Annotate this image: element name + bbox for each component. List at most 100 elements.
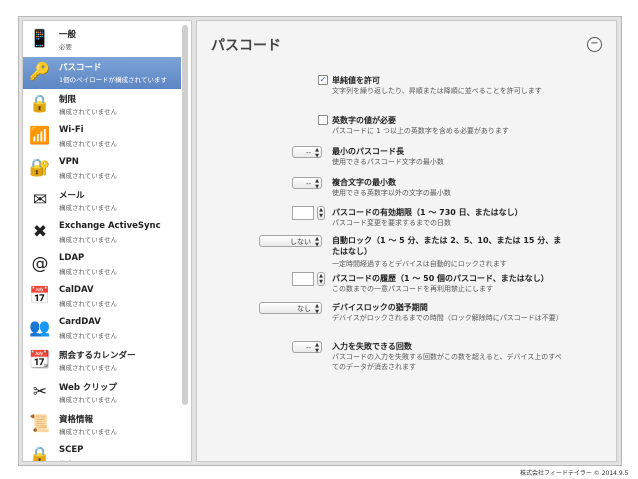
sidebar-item-subtitle: 構成されていません: [59, 204, 118, 212]
popup-value: しない: [290, 238, 311, 246]
sidebar-item-title: SCEP: [59, 445, 84, 455]
collapse-button[interactable]: −: [587, 37, 602, 52]
setting-checkbox[interactable]: [318, 115, 328, 125]
setting-description: 一定時間経過するとデバイスは自動的にロックされます: [332, 260, 507, 268]
sidebar-item-subtitle: 構成されていません: [59, 172, 118, 180]
sidebar-item-subtitle: 構成されていません: [59, 236, 118, 244]
popup-value: --: [305, 149, 311, 157]
lock-icon: 🔒: [29, 94, 51, 114]
webclip-icon: ✂: [32, 382, 48, 402]
setting-checkbox[interactable]: ✓: [318, 75, 328, 85]
page-title: パスコード: [211, 38, 281, 54]
sidebar-item-title: 一般: [59, 30, 77, 40]
sidebar-scrollbar[interactable]: [182, 25, 188, 405]
sidebar-item-10[interactable]: 👥 CardDAV 構成されていません: [23, 313, 181, 345]
sidebar-item-subtitle: 構成されていません: [59, 332, 118, 340]
sidebar-item-6[interactable]: ✉ メール構成されていません: [23, 185, 181, 217]
setting-number-field[interactable]: [292, 272, 314, 286]
setting-title: 単純値を許可: [332, 76, 380, 85]
sidebar-item-5[interactable]: 🔐 VPN 構成されていません: [23, 153, 181, 185]
popup-arrows-icon: ▲ ▼: [315, 236, 319, 248]
setting-title: 自動ロック（1 〜 5 分、または 2、5、10、または 15 分、またはなし）: [332, 236, 562, 256]
profile-manager-window: 📱 一般必要 🔑 パスコード 1個のペイロードが構成されています 🔒 制限構成されていません…: [18, 16, 622, 466]
sidebar-item-subtitle: 構成されていません: [59, 300, 118, 308]
mail-icon: ✉: [32, 190, 48, 210]
sidebar-item-4[interactable]: 📶 Wi-Fi 構成されていません: [23, 121, 181, 153]
setting-popup[interactable]: しない ▲ ▼: [259, 235, 322, 248]
popup-arrows-icon: ▲ ▼: [315, 178, 319, 190]
popup-arrows-icon: ▲ ▼: [315, 342, 319, 354]
sidebar-item-title: Wi-Fi: [59, 125, 84, 135]
popup-arrows-icon: ▲ ▼: [315, 147, 319, 159]
sidebar-item-title: VPN: [59, 157, 79, 167]
sidebar-item-title: Exchange ActiveSync: [59, 221, 161, 231]
setting-popup[interactable]: なし ▲ ▼: [259, 302, 322, 315]
stepper-arrows-icon[interactable]: ▲ ▼: [317, 272, 325, 286]
setting-description: 文字列を繰り返したり、昇順または降順に並べることを許可します: [332, 87, 542, 95]
sidebar-item-title: メール: [59, 191, 85, 201]
sidebar-item-title: CardDAV: [59, 317, 101, 327]
setting-title: 複合文字の最小数: [332, 178, 396, 187]
calendar-icon: 📅: [29, 286, 51, 306]
sidebar-item-subtitle: 構成されていません: [59, 396, 118, 404]
credentials-icon: 📜: [29, 414, 51, 434]
popup-value: なし: [297, 305, 311, 313]
exchange-icon: ✖: [32, 222, 48, 242]
sidebar-item-1[interactable]: 📱 一般必要: [23, 24, 181, 56]
sidebar-item-title: Web クリップ: [59, 383, 117, 393]
setting-title: パスコードの履歴（1 〜 50 個のパスコード、またはなし）: [332, 274, 549, 283]
sidebar-item-subtitle: 構成されていません: [59, 428, 118, 436]
contacts-icon: 👥: [29, 318, 51, 338]
footer-copyright: 株式会社フィードテイラー © 2014.9.5: [520, 470, 629, 477]
setting-number-field[interactable]: [292, 206, 314, 220]
subscribed-calendar-icon: 📆: [29, 350, 51, 370]
sidebar-item-12[interactable]: ✂ Web クリップ 構成されていません: [23, 377, 181, 409]
setting-description: パスコードの入力を失敗する回数がこの数を超えると、デバイス上のすべてのデータが消…: [332, 353, 562, 371]
setting-description: 使用できる英数字以外の文字の最小数: [332, 189, 451, 197]
setting-title: 英数字の値が必要: [332, 116, 396, 125]
sidebar-item-subtitle: 構成されていません: [59, 268, 118, 276]
sidebar-item-14[interactable]: 🔒 SCEP 構成されていません: [23, 441, 181, 462]
sidebar-item-title: 照会するカレンダー: [59, 351, 136, 361]
setting-popup[interactable]: -- ▲ ▼: [292, 177, 322, 190]
sidebar-item-title: CalDAV: [59, 285, 94, 295]
setting-title: パスコードの有効期限（1 〜 730 日、またはなし）: [332, 208, 523, 217]
sidebar-item-subtitle: 1個のペイロードが構成されています: [59, 76, 167, 84]
sidebar-item-11[interactable]: 📆 照会するカレンダー 構成されていません: [23, 345, 181, 377]
sidebar-item-8[interactable]: @ LDAP 構成されていません: [23, 249, 181, 281]
setting-popup[interactable]: -- ▲ ▼: [292, 341, 322, 354]
sidebar-item-subtitle: 構成されていません: [59, 108, 118, 116]
sidebar-item-subtitle: 構成されていません: [59, 140, 118, 148]
sidebar-item-7[interactable]: ✖ Exchange ActiveSync 構成されていません: [23, 217, 181, 249]
ldap-icon: @: [31, 254, 49, 274]
popup-arrows-icon: ▲ ▼: [315, 303, 319, 315]
setting-description: この数までの一意パスコードを再利用禁止にします: [332, 285, 493, 293]
key-icon: 🔑: [29, 62, 51, 82]
sidebar-item-2[interactable]: 🔑 パスコード 1個のペイロードが構成されています: [23, 57, 181, 89]
sidebar-item-title: LDAP: [59, 253, 85, 263]
sidebar-item-title: 資格情報: [59, 415, 94, 425]
sidebar-item-subtitle: 構成されていません: [59, 458, 181, 461]
setting-popup[interactable]: -- ▲ ▼: [292, 146, 322, 159]
popup-value: --: [305, 344, 311, 352]
sidebar-item-13[interactable]: 📜 資格情報構成されていません: [23, 409, 181, 441]
sidebar-item-9[interactable]: 📅 CalDAV 構成されていません: [23, 281, 181, 313]
general-icon: 📱: [29, 29, 51, 49]
setting-title: 最小のパスコード長: [332, 147, 404, 156]
sidebar-item-subtitle: 構成されていません: [59, 364, 118, 372]
setting-description: デバイスがロックされるまでの時間（ロック解除時にパスコードは不要）: [332, 314, 563, 322]
sidebar-item-title: 制限: [59, 95, 77, 105]
scep-icon: 🔒: [29, 446, 51, 462]
sidebar-item-3[interactable]: 🔒 制限構成されていません: [23, 89, 181, 121]
sidebar-item-title: パスコード: [59, 63, 102, 73]
passcode-panel: パスコード − ✓ 単純値を許可文字列を繰り返したり、昇順または降順に並べることを…: [196, 20, 617, 462]
setting-title: デバイスロックの猶予期間: [332, 303, 428, 312]
setting-description: パスコードに 1 つ以上の英数字を含める必要があります: [332, 127, 509, 135]
setting-description: パスコード変更を要求するまでの日数: [332, 219, 451, 227]
vpn-lock-icon: 🔐: [29, 158, 51, 178]
wifi-icon: 📶: [29, 126, 51, 146]
stepper-arrows-icon[interactable]: ▲ ▼: [317, 206, 325, 220]
payload-sidebar: 📱 一般必要 🔑 パスコード 1個のペイロードが構成されています 🔒 制限構成されていません…: [22, 20, 192, 462]
setting-description: 使用できるパスコード文字の最小数: [332, 158, 444, 166]
sidebar-item-subtitle: 必要: [59, 43, 72, 51]
